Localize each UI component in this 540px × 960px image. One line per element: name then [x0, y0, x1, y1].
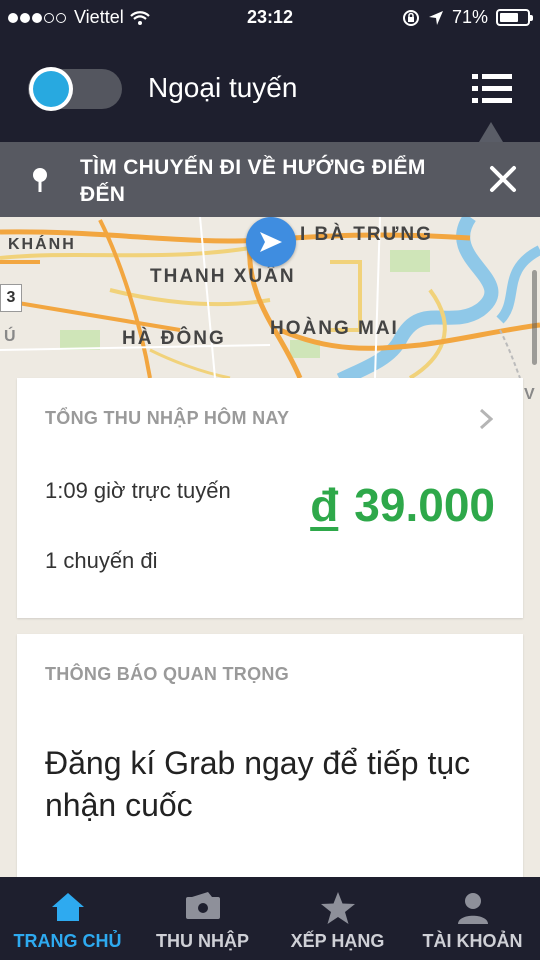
currency-symbol: đ: [310, 479, 339, 531]
map-label-hoang-mai: HOÀNG MAI: [270, 318, 399, 339]
home-icon: [51, 893, 84, 921]
list-menu-button[interactable]: [472, 74, 512, 104]
wifi-icon: [129, 10, 150, 25]
nav-label-earnings: THU NHẬP: [156, 931, 249, 951]
location-services-icon: [428, 10, 443, 25]
toggle-knob: [29, 67, 73, 111]
chevron-right-icon[interactable]: [479, 408, 493, 430]
earnings-value: 39.000: [354, 479, 495, 531]
earnings-amount: đ 39.000: [310, 478, 495, 532]
signal-strength-icon: [8, 7, 68, 28]
map-label-ba-trung: I BÀ TRƯNG: [300, 224, 433, 245]
top-header: Ngoại tuyến: [0, 36, 540, 142]
map-side-marker: 3: [0, 284, 22, 312]
today-earnings-card[interactable]: TỔNG THU NHẬP HÔM NAY 1:09 giờ trực tuyế…: [17, 378, 523, 618]
carrier-name: Viettel: [74, 7, 124, 27]
trip-count-text: 1 chuyến đi: [45, 548, 158, 573]
rotation-lock-icon: [402, 9, 419, 26]
battery-percent: 71%: [451, 7, 488, 27]
nav-label-account: TÀI KHOẢN: [422, 931, 523, 951]
nav-tab-rating[interactable]: XẾP HẠNG: [270, 877, 405, 960]
destination-mode-banner[interactable]: TÌM CHUYẾN ĐI VỀ HƯỚNG ĐIỂM ĐẾN: [0, 142, 540, 217]
star-icon: [320, 892, 355, 924]
important-notice-card[interactable]: THÔNG BÁO QUAN TRỌNG Đăng kí Grab ngay đ…: [17, 634, 523, 878]
earnings-card-title: TỔNG THU NHẬP HÔM NAY: [45, 408, 290, 428]
close-icon[interactable]: [488, 164, 518, 194]
online-hours-text: 1:09 giờ trực tuyến: [45, 478, 231, 503]
notice-card-title: THÔNG BÁO QUAN TRỌNG: [45, 664, 289, 684]
nav-tab-earnings[interactable]: THU NHẬP: [135, 877, 270, 960]
driver-status-text: Ngoại tuyến: [148, 72, 298, 103]
list-icon: [472, 74, 512, 79]
map-label-khanh: KHÁNH: [8, 236, 76, 253]
menu-pointer-caret: [479, 122, 503, 142]
nav-tab-home[interactable]: TRANG CHỦ: [0, 877, 135, 960]
notice-body-text: Đăng kí Grab ngay để tiếp tục nhận cuốc: [45, 745, 471, 823]
nav-label-rating: XẾP HẠNG: [290, 931, 385, 951]
nav-label-home: TRANG CHỦ: [13, 931, 122, 951]
map-label-edge-u: Ú: [4, 328, 18, 345]
nav-tab-account[interactable]: TÀI KHOẢN: [405, 877, 540, 960]
destination-mode-text: TÌM CHUYẾN ĐI VỀ HƯỚNG ĐIỂM ĐẾN: [80, 156, 426, 206]
map-scroll-indicator: [532, 270, 537, 365]
map-label-edge-v: V: [524, 386, 537, 403]
wallet-icon: [185, 892, 220, 919]
status-bar: Viettel 23:12 71%: [0, 0, 540, 36]
person-icon: [457, 893, 488, 924]
bottom-navigation-bar: TRANG CHỦ THU NHẬP XẾP HẠNG TÀI KHOẢN: [0, 877, 540, 960]
map-label-ha-dong: HÀ ĐÔNG: [122, 328, 226, 349]
location-pin-icon: [33, 168, 47, 192]
current-location-arrow-icon[interactable]: [246, 217, 296, 267]
battery-icon: [496, 9, 533, 26]
map-label-thanh-xuan: THANH XUÂN: [150, 266, 296, 287]
online-toggle-switch[interactable]: [28, 67, 122, 111]
